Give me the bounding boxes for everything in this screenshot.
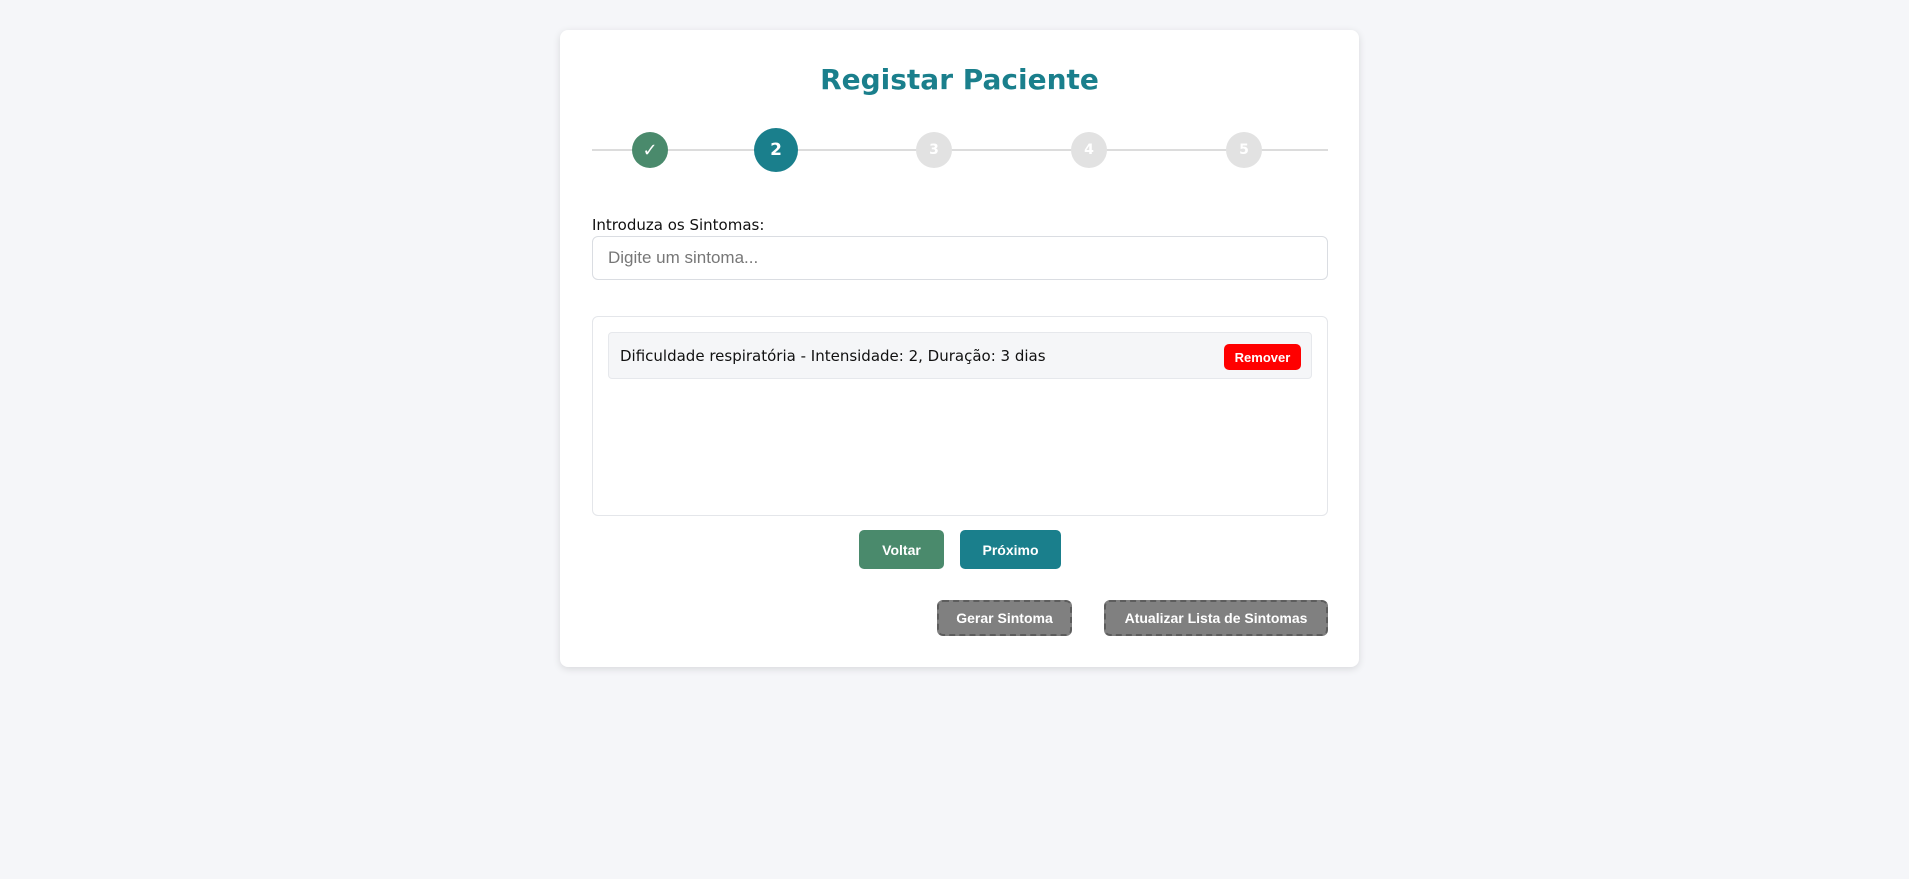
- symptom-list-item: Dificuldade respiratória - Intensidade: …: [608, 332, 1312, 379]
- stepper-line: [592, 149, 1328, 151]
- symptom-input[interactable]: [592, 236, 1328, 280]
- step-4: 4: [1071, 132, 1107, 168]
- symptom-list: Dificuldade respiratória - Intensidade: …: [592, 316, 1328, 516]
- refresh-symptom-list-button[interactable]: Atualizar Lista de Sintomas: [1104, 600, 1328, 636]
- step-3: 3: [916, 132, 952, 168]
- registration-card: Registar Paciente ✓ 2 3 4 5 Introduza os…: [560, 30, 1359, 667]
- generate-symptom-button[interactable]: Gerar Sintoma: [937, 600, 1072, 636]
- symptom-input-label: Introduza os Sintomas:: [592, 216, 765, 234]
- progress-stepper: ✓ 2 3 4 5: [592, 128, 1328, 172]
- back-button[interactable]: Voltar: [859, 530, 944, 569]
- remove-symptom-button[interactable]: Remover: [1224, 344, 1301, 370]
- step-1-completed: ✓: [632, 132, 668, 168]
- symptom-item-text: Dificuldade respiratória - Intensidade: …: [620, 347, 1046, 365]
- next-button[interactable]: Próximo: [960, 530, 1061, 569]
- step-2-current: 2: [754, 128, 798, 172]
- step-5: 5: [1226, 132, 1262, 168]
- page-title: Registar Paciente: [820, 63, 1099, 96]
